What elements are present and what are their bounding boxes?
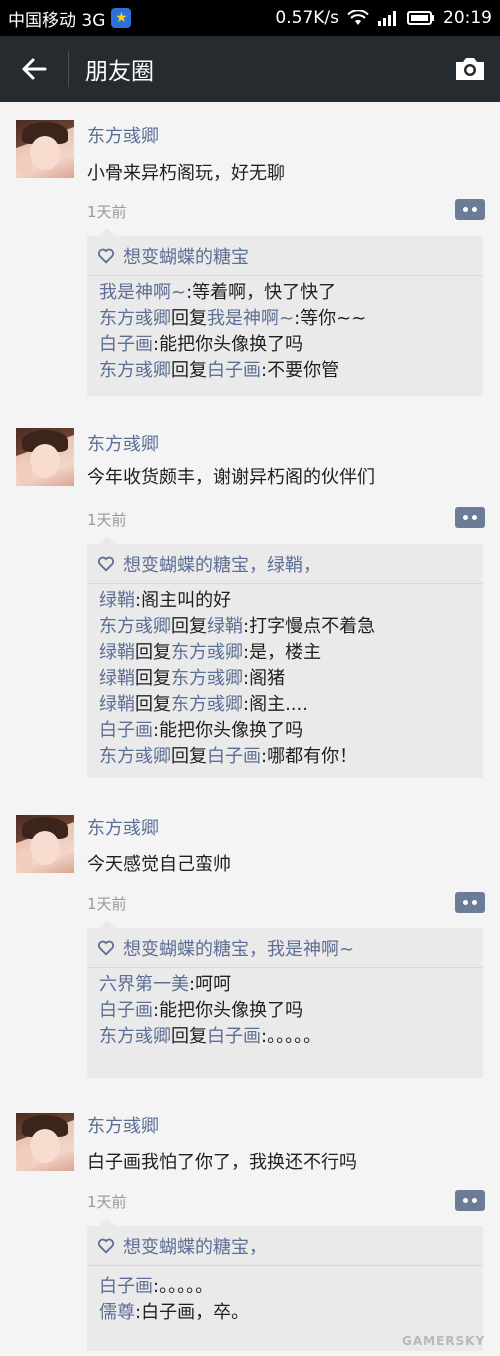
wifi-icon — [347, 10, 369, 25]
carrier-label: 中国移动 3G — [8, 10, 106, 31]
post-author[interactable]: 东方彧卿 — [87, 430, 159, 456]
comment-row[interactable]: 绿鞘:阁主叫的好 — [99, 588, 483, 614]
comments-list: 白子画:。。。。。 儒尊:白子画，卒。 — [87, 1266, 483, 1326]
camera-button[interactable] — [440, 36, 500, 102]
post-time: 1天前 — [87, 1193, 127, 1211]
comment-button[interactable] — [455, 1190, 485, 1211]
likes-row: 想变蝴蝶的糖宝， — [87, 1226, 483, 1266]
comments-list: 绿鞘:阁主叫的好 东方彧卿回复绿鞘:打字慢点不着急 绿鞘回复东方彧卿:是，楼主 … — [87, 584, 483, 770]
likes-names[interactable]: 想变蝴蝶的糖宝 — [123, 243, 249, 269]
post-author[interactable]: 东方彧卿 — [87, 1112, 159, 1138]
avatar[interactable] — [16, 120, 74, 178]
post-author[interactable]: 东方彧卿 — [87, 814, 159, 840]
status-bar: 中国移动 3G ★ 0.57K/s 20:19 — [0, 0, 500, 36]
comment-row[interactable]: 东方彧卿回复白子画:。。。。。 — [99, 1024, 483, 1050]
avatar[interactable] — [16, 815, 74, 873]
comments-list: 我是神啊~:等着啊，快了快了 东方彧卿回复我是神啊~:等你~~ 白子画:能把你头… — [87, 276, 483, 384]
comment-row[interactable]: 白子画:能把你头像换了吗 — [99, 332, 483, 358]
post-text: 今天感觉自己蛮帅 — [87, 854, 231, 875]
heart-icon — [97, 940, 115, 956]
title-divider — [68, 51, 69, 87]
post-text: 白子画我怕了你了，我换还不行吗 — [87, 1152, 357, 1173]
likes-row: 想变蝴蝶的糖宝，绿鞘， — [87, 544, 483, 584]
back-arrow-icon — [22, 58, 47, 80]
comment-row[interactable]: 东方彧卿回复绿鞘:打字慢点不着急 — [99, 614, 483, 640]
interaction-panel: 想变蝴蝶的糖宝，绿鞘， 绿鞘:阁主叫的好 东方彧卿回复绿鞘:打字慢点不着急 绿鞘… — [87, 536, 483, 778]
post-time: 1天前 — [87, 203, 127, 221]
comments-list: 六界第一美:呵呵 白子画:能把你头像换了吗 东方彧卿回复白子画:。。。。。 — [87, 968, 483, 1050]
likes-names[interactable]: 想变蝴蝶的糖宝，绿鞘， — [123, 551, 321, 577]
comment-row[interactable]: 儒尊:白子画，卒。 — [99, 1300, 483, 1326]
heart-icon — [97, 248, 115, 264]
network-speed: 0.57K/s — [275, 8, 339, 28]
comment-row[interactable]: 绿鞘回复东方彧卿:阁猪 — [99, 666, 483, 692]
comment-row[interactable]: 白子画:能把你头像换了吗 — [99, 998, 483, 1024]
comment-row[interactable]: 绿鞘回复东方彧卿:阁主.... — [99, 692, 483, 718]
camera-icon — [456, 58, 484, 80]
comment-row[interactable]: 白子画:。。。。。 — [99, 1274, 483, 1300]
back-button[interactable] — [0, 36, 68, 102]
watermark: GAMERSKY — [402, 1334, 486, 1348]
battery-icon — [407, 11, 434, 25]
comment-row[interactable]: 绿鞘回复东方彧卿:是，楼主 — [99, 640, 483, 666]
likes-row: 想变蝴蝶的糖宝，我是神啊~ — [87, 928, 483, 968]
post-text: 今年收货颇丰，谢谢异朽阁的伙伴们 — [87, 467, 375, 488]
comment-button[interactable] — [455, 199, 485, 220]
avatar[interactable] — [16, 1113, 74, 1171]
post-text: 小骨来异朽阁玩，好无聊 — [87, 163, 285, 184]
likes-names[interactable]: 想变蝴蝶的糖宝， — [123, 1233, 267, 1259]
likes-names[interactable]: 想变蝴蝶的糖宝，我是神啊~ — [123, 935, 354, 961]
moment-post: 东方彧卿 小骨来异朽阁玩，好无聊 1天前 想变蝴蝶的糖宝 我是神啊~:等着啊，快… — [0, 102, 500, 402]
interaction-panel: 想变蝴蝶的糖宝 我是神啊~:等着啊，快了快了 东方彧卿回复我是神啊~:等你~~ … — [87, 228, 483, 396]
comment-row[interactable]: 东方彧卿回复我是神啊~:等你~~ — [99, 306, 483, 332]
comment-row[interactable]: 东方彧卿回复白子画:不要你管 — [99, 358, 483, 384]
post-time: 1天前 — [87, 511, 127, 529]
heart-icon — [97, 1238, 115, 1254]
comment-row[interactable]: 白子画:能把你头像换了吗 — [99, 718, 483, 744]
interaction-panel: 想变蝴蝶的糖宝，我是神啊~ 六界第一美:呵呵 白子画:能把你头像换了吗 东方彧卿… — [87, 920, 483, 1078]
comment-row[interactable]: 东方彧卿回复白子画:哪都有你！ — [99, 744, 483, 770]
moment-post: 东方彧卿 今年收货颇丰，谢谢异朽阁的伙伴们 1天前 想变蝴蝶的糖宝，绿鞘， 绿鞘… — [0, 410, 500, 790]
moment-post: 东方彧卿 今天感觉自己蛮帅 1天前 想变蝴蝶的糖宝，我是神啊~ 六界第一美:呵呵… — [0, 797, 500, 1087]
comment-button[interactable] — [455, 507, 485, 528]
comment-row[interactable]: 六界第一美:呵呵 — [99, 972, 483, 998]
app-notification-icon: ★ — [111, 8, 132, 28]
signal-icon — [378, 11, 396, 26]
title-bar: 朋友圈 — [0, 36, 500, 102]
likes-row: 想变蝴蝶的糖宝 — [87, 236, 483, 276]
heart-icon — [97, 556, 115, 572]
page-title: 朋友圈 — [85, 59, 154, 85]
post-author[interactable]: 东方彧卿 — [87, 122, 159, 148]
moment-post: 东方彧卿 白子画我怕了你了，我换还不行吗 1天前 想变蝴蝶的糖宝， 白子画:。。… — [0, 1095, 500, 1356]
post-time: 1天前 — [87, 895, 127, 913]
clock: 20:19 — [443, 8, 492, 28]
interaction-panel: 想变蝴蝶的糖宝， 白子画:。。。。。 儒尊:白子画，卒。 — [87, 1218, 483, 1351]
avatar[interactable] — [16, 428, 74, 486]
comment-button[interactable] — [455, 892, 485, 913]
comment-row[interactable]: 我是神啊~:等着啊，快了快了 — [99, 280, 483, 306]
